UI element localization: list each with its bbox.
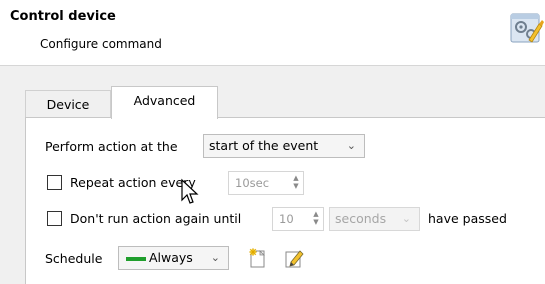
dont-run-again-unit: seconds <box>335 211 387 226</box>
have-passed-label: have passed <box>428 211 507 226</box>
chevron-down-icon: ⌄ <box>346 139 356 152</box>
dont-run-again-unit-select[interactable]: seconds ⌄ <box>329 207 420 231</box>
perform-action-select[interactable]: start of the event ⌄ <box>203 134 365 158</box>
dialog-subtitle: Configure command <box>40 37 162 51</box>
schedule-label: Schedule <box>45 251 103 266</box>
edit-schedule-icon[interactable] <box>283 247 305 269</box>
chevron-down-icon: ⌄ <box>210 251 220 264</box>
dialog-title: Control device <box>10 9 116 24</box>
schedule-color-swatch <box>126 256 146 261</box>
perform-action-label: Perform action at the <box>45 139 178 154</box>
dialog-header: Control device Configure command <box>0 0 545 66</box>
spinner-arrows-icon[interactable]: ▲ ▼ <box>312 210 320 228</box>
dont-run-again-label: Don't run action again until <box>70 211 242 226</box>
new-schedule-icon[interactable] <box>247 247 269 269</box>
mouse-pointer-icon <box>181 178 199 204</box>
schedule-value: Always <box>149 250 193 265</box>
chevron-down-icon: ⌄ <box>401 212 411 225</box>
repeat-action-checkbox[interactable] <box>47 175 62 190</box>
repeat-action-label: Repeat action every <box>70 175 196 190</box>
perform-action-value: start of the event <box>209 138 319 153</box>
dont-run-again-value: 10 <box>279 212 294 226</box>
control-device-dialog: Control device Configure command Device … <box>0 0 545 284</box>
dont-run-again-spinner[interactable]: 10 ▲ ▼ <box>272 207 324 231</box>
repeat-interval-spinner[interactable]: 10sec ▲ ▼ <box>228 171 304 195</box>
tab-device[interactable]: Device <box>25 90 111 118</box>
advanced-panel: Perform action at the start of the event… <box>25 117 545 284</box>
settings-wizard-icon <box>510 13 544 43</box>
spinner-arrows-icon[interactable]: ▲ ▼ <box>292 174 300 192</box>
repeat-interval-value: 10sec <box>235 176 270 190</box>
tab-advanced[interactable]: Advanced <box>111 86 218 119</box>
schedule-select[interactable]: Always ⌄ <box>118 246 229 270</box>
dont-run-again-checkbox[interactable] <box>47 211 62 226</box>
